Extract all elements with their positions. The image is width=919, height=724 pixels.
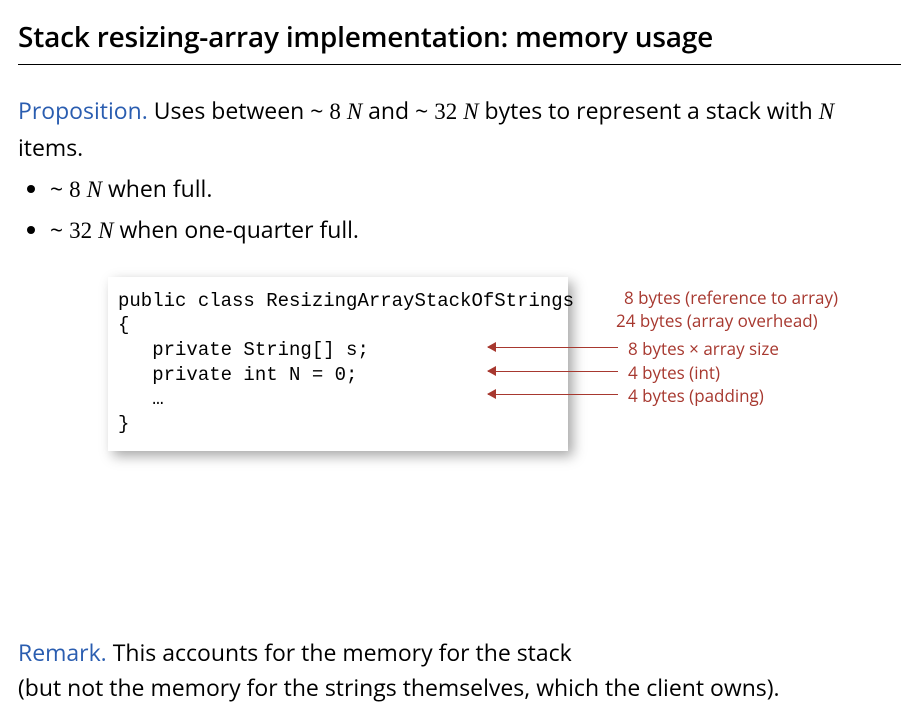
proposition-nvar: N: [819, 99, 834, 124]
proposition-label: Proposition.: [18, 94, 148, 126]
remark-line-2: (but not the memory for the strings them…: [18, 671, 780, 703]
annotation: 4 bytes (padding): [628, 385, 764, 408]
remark-block: Remark. This accounts for the memory for…: [18, 635, 901, 706]
annotation: 4 bytes (int): [628, 362, 720, 385]
bullet-list: ~ 8 N when full. ~ 32 N when one-quarter…: [18, 171, 901, 248]
annotation: 8 bytes (reference to array): [624, 287, 838, 310]
remark-label: Remark.: [18, 636, 107, 668]
code-line: …: [118, 388, 164, 410]
code-area: public class ResizingArrayStackOfStrings…: [108, 277, 901, 487]
page-title: Stack resizing-array implementation: mem…: [18, 18, 901, 64]
proposition-low-num: 8: [329, 99, 341, 124]
annotation: 24 bytes (array overhead): [616, 310, 818, 333]
bullet-suffix: when one-quarter full.: [113, 213, 359, 245]
bullet-item: ~ 8 N when full.: [50, 171, 901, 208]
bullet-coef: 32: [69, 218, 92, 243]
bullet-var: N: [87, 177, 102, 202]
slide: Stack resizing-array implementation: mem…: [0, 0, 919, 724]
bullet-var: N: [98, 218, 113, 243]
code-line: public class ResizingArrayStackOfStrings: [118, 290, 574, 312]
proposition-text-2: bytes to represent a stack with: [479, 94, 819, 126]
code-line: {: [118, 314, 129, 336]
bullet-coef: 8: [69, 177, 81, 202]
bullet-item: ~ 32 N when one-quarter full.: [50, 212, 901, 249]
code-block: public class ResizingArrayStackOfStrings…: [108, 277, 568, 451]
proposition-low-var: N: [347, 99, 362, 124]
proposition-line: Proposition. Uses between ~ 8 N and ~ 32…: [18, 93, 901, 165]
proposition-text-3: items.: [18, 131, 83, 163]
annotation: 8 bytes × array size: [628, 338, 779, 361]
bullet-tilde: ~: [50, 213, 69, 245]
bullet-tilde: ~: [50, 172, 69, 204]
proposition-text-1: Uses between ~: [148, 94, 330, 126]
title-rule: [18, 64, 901, 65]
proposition-high-num: 32: [434, 99, 457, 124]
proposition-text-mid: and ~: [362, 94, 434, 126]
bullet-suffix: when full.: [102, 172, 212, 204]
code-line: private String[] s;: [118, 339, 369, 361]
arrow-icon: [488, 347, 618, 349]
arrow-icon: [488, 394, 618, 396]
remark-line-1: This accounts for the memory for the sta…: [107, 636, 572, 668]
code-line: }: [118, 413, 129, 435]
arrow-icon: [488, 371, 618, 373]
proposition-high-var: N: [463, 99, 478, 124]
code-line: private int N = 0;: [118, 364, 357, 386]
